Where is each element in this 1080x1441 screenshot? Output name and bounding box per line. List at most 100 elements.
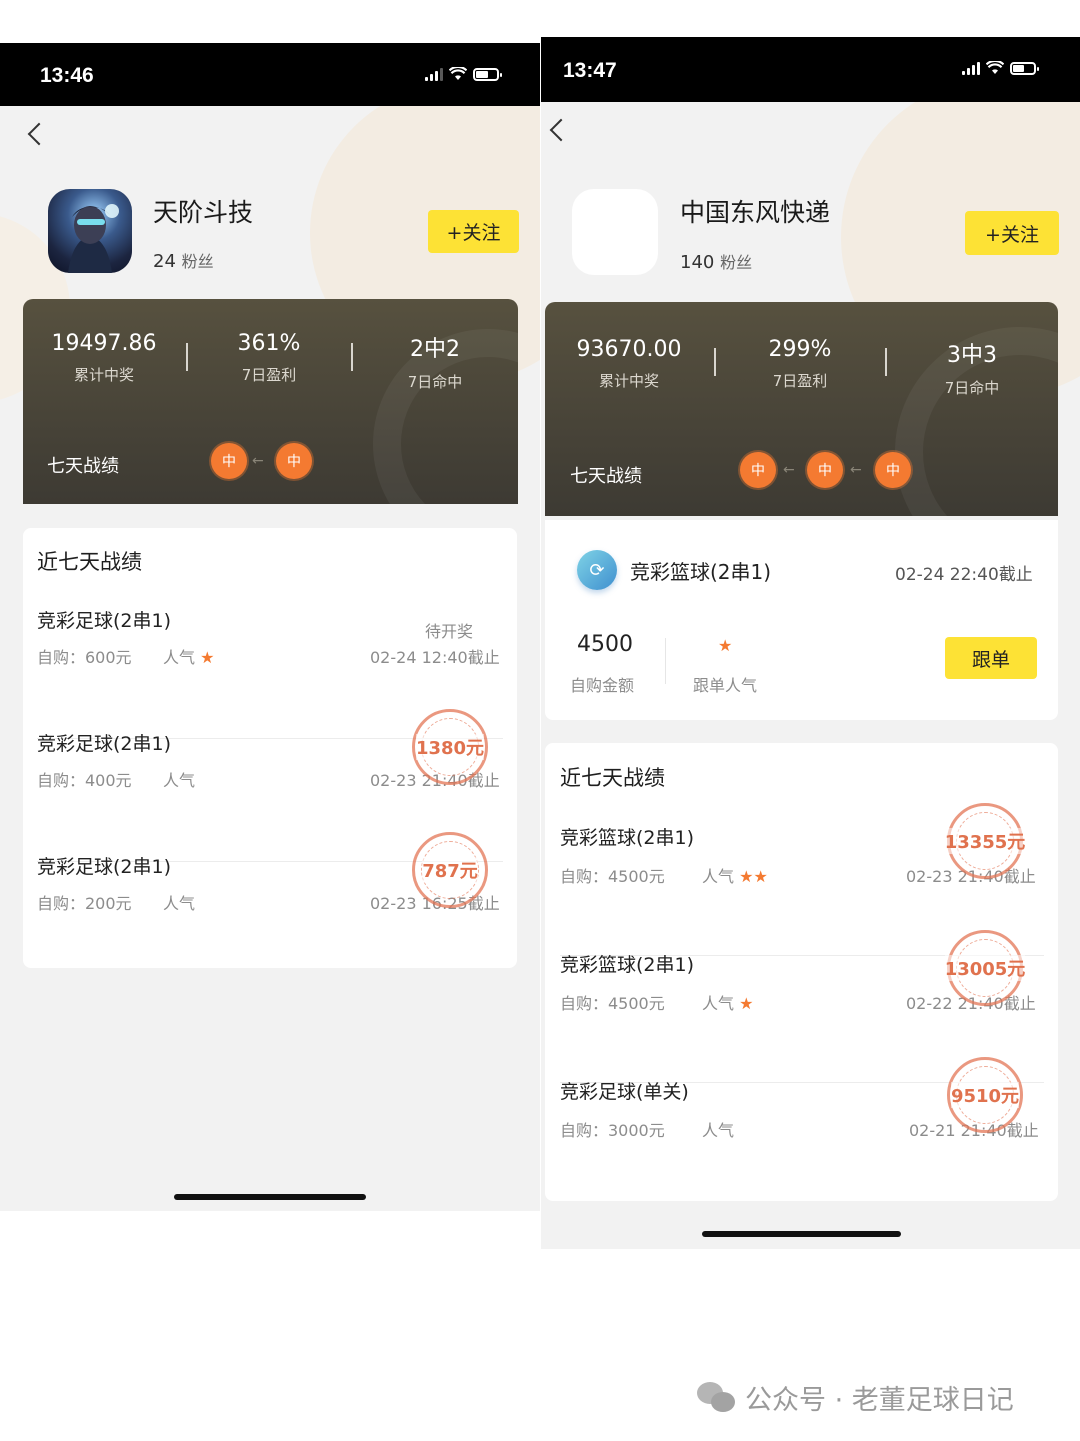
arrow-left-icon: ← xyxy=(850,462,862,478)
prize-stamp: 13005元 xyxy=(944,930,1026,1006)
stat-total-winnings: 93670.00 累计中奖 xyxy=(545,337,713,391)
prize-amount: 13005元 xyxy=(944,955,1026,981)
status-bar: 13:46 xyxy=(0,43,540,106)
wifi-icon xyxy=(449,67,467,80)
battery-icon xyxy=(1010,61,1039,75)
popularity-label: 人气 xyxy=(702,867,735,886)
watermark: 公众号 · 老董足球日记 xyxy=(697,1378,1014,1417)
prize-stamp: 787元 xyxy=(412,832,488,908)
prize-amount: 787元 xyxy=(422,857,478,883)
follow-button[interactable]: +关注 xyxy=(428,210,519,253)
star-icon: ★ xyxy=(739,994,754,1013)
stat-value: 19497.86 xyxy=(51,331,157,356)
avatar-character-icon xyxy=(68,204,119,273)
profile-name: 中国东风快递 xyxy=(680,198,831,227)
prize-stamp: 1380元 xyxy=(412,709,488,785)
fans-label: 粉丝 xyxy=(720,253,753,272)
bet-deadline: 02-24 22:40截止 xyxy=(895,565,1033,585)
fans-count: 140 粉丝 xyxy=(680,249,752,273)
record-title: 竞彩足球(2串1) xyxy=(37,856,172,878)
star-icon: ★ xyxy=(718,636,733,655)
status-bar: 13:47 xyxy=(541,37,1080,102)
recent-records-card: 近七天战绩 竞彩篮球(2串1) 自购：4500元 人气 ★★ 02-23 21:… xyxy=(545,743,1058,1201)
star-icon: ★ xyxy=(200,648,215,667)
bet-title: 竞彩篮球(2串1) xyxy=(630,560,772,584)
records-title: 近七天战绩 xyxy=(560,766,665,790)
stat-label: 7日盈利 xyxy=(772,372,828,390)
arrow-left-icon: ← xyxy=(783,462,795,478)
avatar xyxy=(48,189,132,273)
arrow-left-icon: ← xyxy=(252,453,264,469)
record-buy: 自购：600元 xyxy=(37,648,132,667)
popularity-label: 人气 xyxy=(163,894,196,913)
stat-label: 累计中奖 xyxy=(598,372,659,390)
prize-amount: 9510元 xyxy=(950,1082,1020,1108)
status-icons xyxy=(425,67,502,81)
seven-day-label: 七天战绩 xyxy=(570,466,642,487)
list-item[interactable]: 竞彩足球(2串1) 自购：600元 人气 ★ 待开奖 02-24 12:40截止 xyxy=(23,598,517,708)
record-popularity: 人气 ★ xyxy=(163,644,214,668)
watermark-text: 公众号 · 老董足球日记 xyxy=(745,1385,1014,1416)
record-popularity: 人气 ★ xyxy=(702,990,753,1014)
home-indicator[interactable] xyxy=(174,1194,366,1200)
stat-7day-hits: 2中2 7日命中 xyxy=(352,331,518,392)
fans-number: 140 xyxy=(680,252,715,273)
record-popularity: 人气 xyxy=(163,767,195,791)
back-chevron-icon[interactable] xyxy=(27,122,51,146)
bet-amount: 4500 xyxy=(577,632,633,657)
list-item[interactable]: 竞彩足球(单关) 自购：3000元 人气 02-21 21:40截止 9510元 xyxy=(545,1057,1058,1179)
fans-count: 24 粉丝 xyxy=(153,248,214,272)
list-item[interactable]: 竞彩足球(2串1) 自购：200元 人气 02-23 16:25截止 787元 xyxy=(23,832,517,954)
status-time: 13:47 xyxy=(563,59,617,82)
record-buy: 自购：200元 xyxy=(37,894,132,913)
stat-value: 3中3 xyxy=(947,343,997,368)
signal-icon xyxy=(425,67,443,81)
record-status: 待开奖 xyxy=(425,622,474,641)
stat-value: 361% xyxy=(237,331,301,356)
prize-stamp: 9510元 xyxy=(947,1057,1023,1133)
list-item[interactable]: 竞彩足球(2串1) 自购：400元 人气 02-23 21:40截止 1380元 xyxy=(23,709,517,831)
stats-panel: 93670.00 累计中奖 299% 7日盈利 3中3 7日命中 七天战绩 中 ← 中… xyxy=(545,302,1058,516)
stat-value: 2中2 xyxy=(410,337,460,362)
record-title: 竞彩足球(2串1) xyxy=(37,733,172,755)
current-bet-card[interactable]: ⟳ 竞彩篮球(2串1) 02-24 22:40截止 4500 自购金额 ★ 跟单… xyxy=(545,520,1058,720)
popularity-label: 人气 xyxy=(702,1121,735,1140)
record-popularity: 人气 xyxy=(163,890,195,914)
hit-chip: 中 xyxy=(807,452,843,488)
popularity-label: 跟单人气 xyxy=(693,676,758,695)
wifi-icon xyxy=(986,61,1004,74)
stat-total-winnings: 19497.86 累计中奖 xyxy=(23,331,185,385)
list-item[interactable]: 竞彩篮球(2串1) 自购：4500元 人气 ★★ 02-23 21:40截止 1… xyxy=(545,803,1058,925)
left-screenshot: 13:46 天阶斗技 24 粉丝 +关注 19497.86 累计中奖 361% 7日… xyxy=(0,43,540,1211)
home-indicator[interactable] xyxy=(702,1231,901,1237)
battery-icon xyxy=(473,67,502,81)
status-time: 13:46 xyxy=(40,64,94,87)
hit-chip: 中 xyxy=(740,452,776,488)
record-buy: 自购：4500元 xyxy=(560,994,665,1013)
record-buy: 自购：4500元 xyxy=(560,867,665,886)
record-popularity: 人气 xyxy=(702,1117,734,1141)
follow-button[interactable]: +关注 xyxy=(965,211,1059,255)
fans-label: 粉丝 xyxy=(181,252,214,271)
seven-day-label: 七天战绩 xyxy=(47,456,119,477)
popularity-label: 人气 xyxy=(163,648,196,667)
stat-7day-hits: 3中3 7日命中 xyxy=(886,337,1058,398)
record-title: 竞彩足球(2串1) xyxy=(37,610,172,632)
hit-chip: 中 xyxy=(875,452,911,488)
fans-number: 24 xyxy=(153,251,176,272)
divider xyxy=(665,638,666,684)
follow-bet-button[interactable]: 跟单 xyxy=(945,637,1037,679)
signal-icon xyxy=(962,61,980,75)
record-popularity: 人气 ★★ xyxy=(702,863,768,887)
stat-7day-profit: 361% 7日盈利 xyxy=(187,331,351,385)
record-title: 竞彩篮球(2串1) xyxy=(560,954,695,976)
list-item[interactable]: 竞彩篮球(2串1) 自购：4500元 人气 ★ 02-22 21:40截止 13… xyxy=(545,930,1058,1052)
record-buy: 自购：400元 xyxy=(37,771,132,790)
stat-value: 93670.00 xyxy=(576,337,682,362)
right-screenshot: 13:47 中国东风快递 140 粉丝 +关注 93670.00 累计中奖 299… xyxy=(541,37,1080,1249)
back-chevron-icon[interactable] xyxy=(549,118,573,142)
recent-records-card: 近七天战绩 竞彩足球(2串1) 自购：600元 人气 ★ 待开奖 02-24 1… xyxy=(23,528,517,968)
stat-label: 7日命中 xyxy=(407,373,463,391)
record-deadline: 02-24 12:40截止 xyxy=(370,648,500,667)
profile-name: 天阶斗技 xyxy=(153,198,254,227)
